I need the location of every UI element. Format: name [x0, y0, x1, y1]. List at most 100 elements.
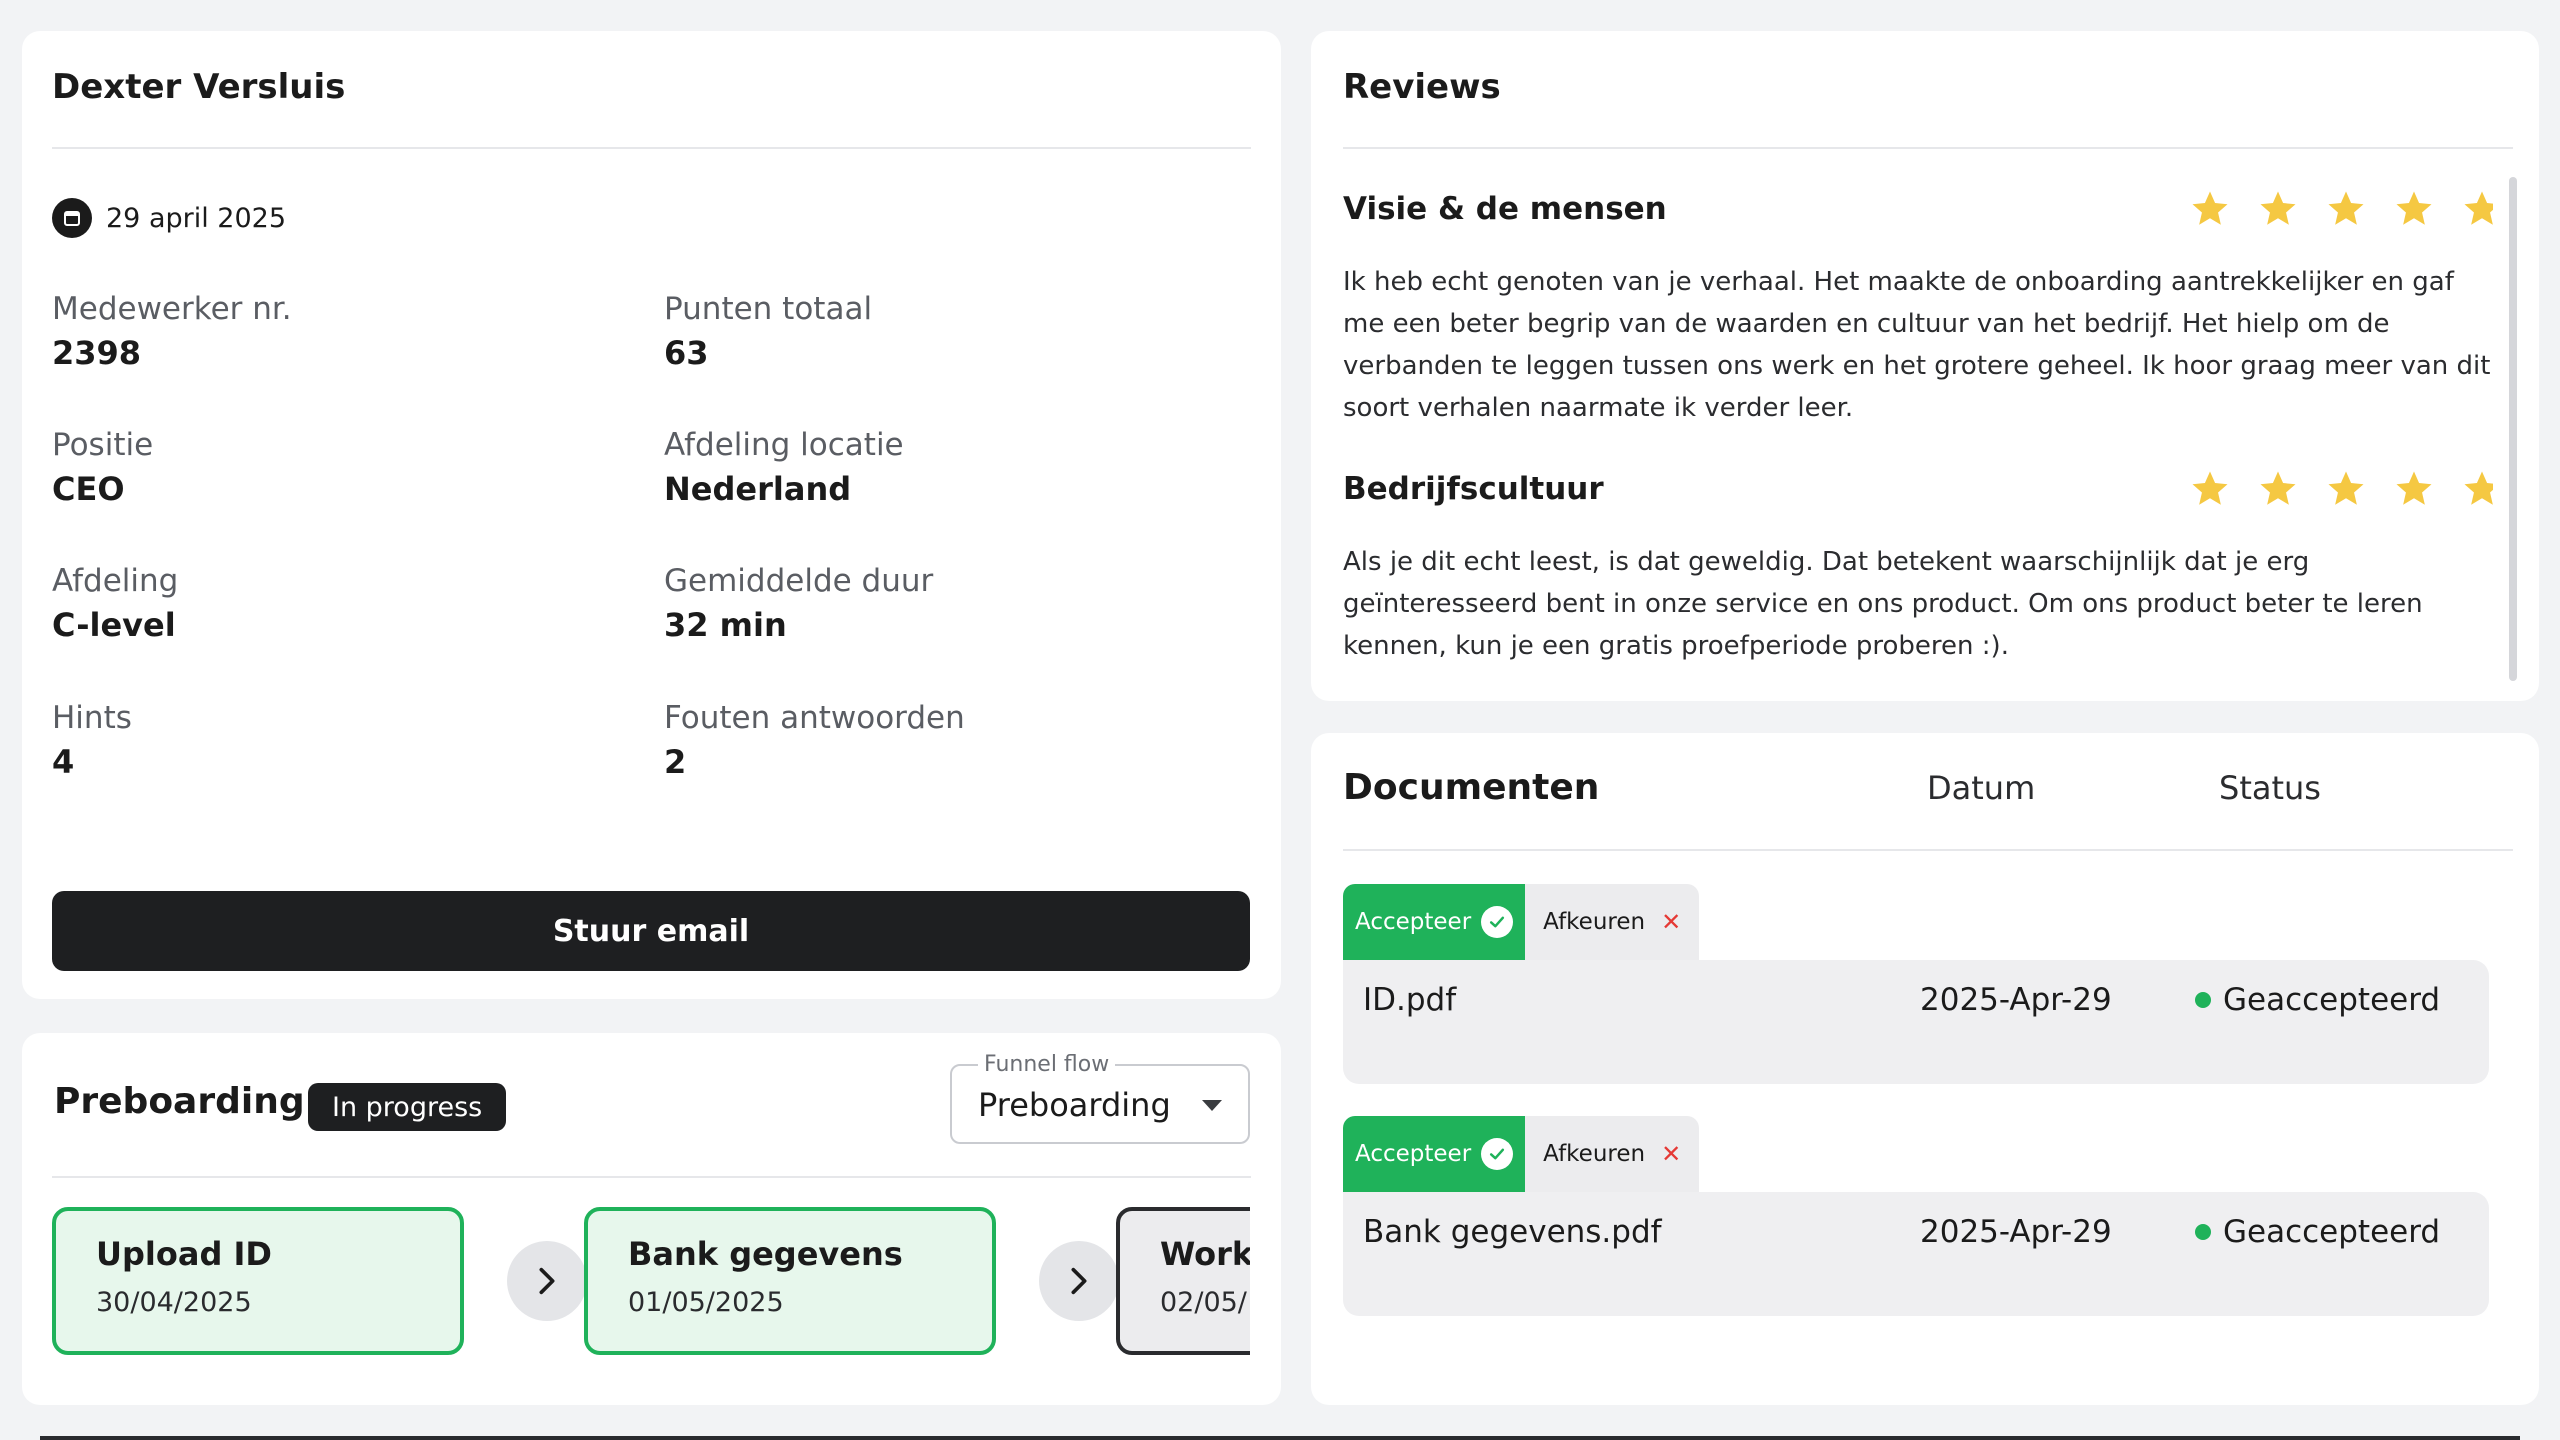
star-icon: [2464, 471, 2493, 505]
field-hints: Hints 4: [52, 698, 132, 786]
review-item: Visie & de mensen Ik heb echt genoten va…: [1343, 181, 2493, 429]
field-avg-duration: Gemiddelde duur 32 min: [664, 561, 933, 649]
chevron-right-icon: [1071, 1267, 1087, 1295]
bottom-border: [40, 1436, 2520, 1440]
star-icon: [2396, 191, 2432, 225]
field-dept-location: Afdeling locatie Nederland: [664, 425, 904, 513]
step-title: Worki: [1160, 1235, 1250, 1273]
star-icon: [2260, 191, 2296, 225]
reviews-title: Reviews: [1343, 67, 1501, 107]
funnel-flow-legend: Funnel flow: [978, 1052, 1116, 1077]
funnel-step[interactable]: Upload ID 30/04/2025: [52, 1207, 464, 1355]
status-text: Geaccepteerd: [2223, 1214, 2441, 1250]
reviews-card: Reviews Visie & de mensen Ik heb echt ge…: [1311, 31, 2539, 701]
column-header-status: Status: [2219, 769, 2321, 807]
star-rating: [2189, 468, 2493, 510]
send-email-button[interactable]: Stuur email: [52, 891, 1250, 971]
divider: [52, 147, 1251, 149]
accept-button[interactable]: Accepteer: [1343, 884, 1526, 960]
field-label: Positie: [52, 427, 154, 463]
document-status: Geaccepteerd: [2195, 982, 2440, 1018]
field-label: Afdeling locatie: [664, 427, 904, 463]
step-title: Upload ID: [96, 1235, 272, 1273]
field-value: C-level: [52, 606, 176, 644]
document-row[interactable]: Bank gegevens.pdf 2025-Apr-29 Geacceptee…: [1343, 1192, 2489, 1316]
reject-label: Afkeuren: [1543, 1141, 1646, 1167]
divider: [1343, 147, 2513, 149]
document-item: Accepteer Afkeuren ✕ Bank gegevens.pdf 2…: [1343, 1116, 2489, 1316]
field-value: 2: [664, 743, 687, 781]
document-date: 2025-Apr-29: [1920, 1214, 2112, 1250]
field-value: Nederland: [664, 470, 852, 508]
field-points-total: Punten totaal 63: [664, 289, 872, 377]
preboarding-title: Preboarding: [54, 1081, 305, 1122]
funnel-step[interactable]: Bank gegevens 01/05/2025: [584, 1207, 996, 1355]
next-step-button[interactable]: [507, 1241, 587, 1321]
accept-label: Accepteer: [1355, 909, 1472, 935]
field-label: Afdeling: [52, 563, 179, 599]
funnel-step[interactable]: Worki 02/05/: [1116, 1207, 1250, 1355]
documents-card: Documenten Datum Status Accepteer Afkeur…: [1311, 733, 2539, 1405]
accept-button[interactable]: Accepteer: [1343, 1116, 1526, 1192]
calendar-icon: [52, 198, 92, 238]
star-icon: [2396, 471, 2432, 505]
step-date: 01/05/2025: [628, 1287, 784, 1318]
field-department: Afdeling C-level: [52, 561, 178, 649]
field-value: 63: [664, 334, 709, 372]
check-circle-icon: [1481, 906, 1514, 938]
next-step-button[interactable]: [1039, 1241, 1119, 1321]
status-badge: In progress: [308, 1083, 507, 1131]
column-header-date: Datum: [1927, 769, 2036, 807]
field-employee-nr: Medewerker nr. 2398: [52, 289, 292, 377]
document-name: Bank gegevens.pdf: [1363, 1214, 1662, 1250]
field-label: Gemiddelde duur: [664, 563, 934, 599]
field-value: CEO: [52, 470, 125, 508]
field-position: Positie CEO: [52, 425, 153, 513]
reviews-scrollbar[interactable]: [2509, 177, 2517, 701]
reject-button[interactable]: Afkeuren ✕: [1525, 884, 1700, 960]
scrollbar-thumb[interactable]: [2509, 177, 2517, 681]
status-text: Geaccepteerd: [2223, 982, 2441, 1018]
profile-date: 29 april 2025: [106, 202, 287, 234]
funnel-flow-select[interactable]: Funnel flow Preboarding: [950, 1052, 1250, 1144]
profile-name: Dexter Versluis: [52, 67, 346, 107]
close-icon: ✕: [1661, 908, 1682, 936]
divider: [1343, 849, 2513, 851]
document-row[interactable]: ID.pdf 2025-Apr-29 Geaccepteerd: [1343, 960, 2489, 1084]
field-value: 32 min: [664, 606, 787, 644]
document-status: Geaccepteerd: [2195, 1214, 2440, 1250]
caret-down-icon: [1202, 1100, 1222, 1111]
reviews-list[interactable]: Visie & de mensen Ik heb echt genoten va…: [1343, 181, 2493, 691]
check-circle-icon: [1481, 1138, 1514, 1170]
step-date: 02/05/: [1160, 1287, 1247, 1318]
profile-date-row: 29 april 2025: [52, 198, 286, 238]
review-title: Visie & de mensen: [1343, 191, 1667, 227]
document-item: Accepteer Afkeuren ✕ ID.pdf 2025-Apr-29 …: [1343, 884, 2489, 1084]
star-icon: [2464, 191, 2493, 225]
field-label: Punten totaal: [664, 291, 873, 327]
field-label: Hints: [52, 700, 132, 736]
documents-title: Documenten: [1343, 767, 1600, 808]
review-text: Als je dit echt leest, is dat geweldig. …: [1343, 547, 2423, 661]
step-date: 30/04/2025: [96, 1287, 252, 1318]
star-icon: [2192, 191, 2228, 225]
review-text: Ik heb echt genoten van je verhaal. Het …: [1343, 267, 2491, 423]
divider: [52, 1176, 1251, 1178]
document-date: 2025-Apr-29: [1920, 982, 2112, 1018]
star-rating: [2189, 188, 2493, 230]
preboarding-card: Preboarding In progress Funnel flow Preb…: [22, 1033, 1281, 1405]
field-value: 2398: [52, 334, 142, 372]
close-icon: ✕: [1661, 1140, 1682, 1168]
field-label: Medewerker nr.: [52, 291, 292, 327]
reject-button[interactable]: Afkeuren ✕: [1525, 1116, 1700, 1192]
document-name: ID.pdf: [1363, 982, 1457, 1018]
status-dot-icon: [2195, 992, 2211, 1008]
accept-label: Accepteer: [1355, 1141, 1472, 1167]
review-item: Bedrijfscultuur Als je dit echt leest, i…: [1343, 461, 2493, 667]
chevron-right-icon: [539, 1267, 555, 1295]
star-icon: [2260, 471, 2296, 505]
profile-card: Dexter Versluis 29 april 2025 Medewerker…: [22, 31, 1281, 999]
status-dot-icon: [2195, 1224, 2211, 1240]
field-wrong-answers: Fouten antwoorden 2: [664, 698, 965, 786]
star-icon: [2328, 191, 2364, 225]
